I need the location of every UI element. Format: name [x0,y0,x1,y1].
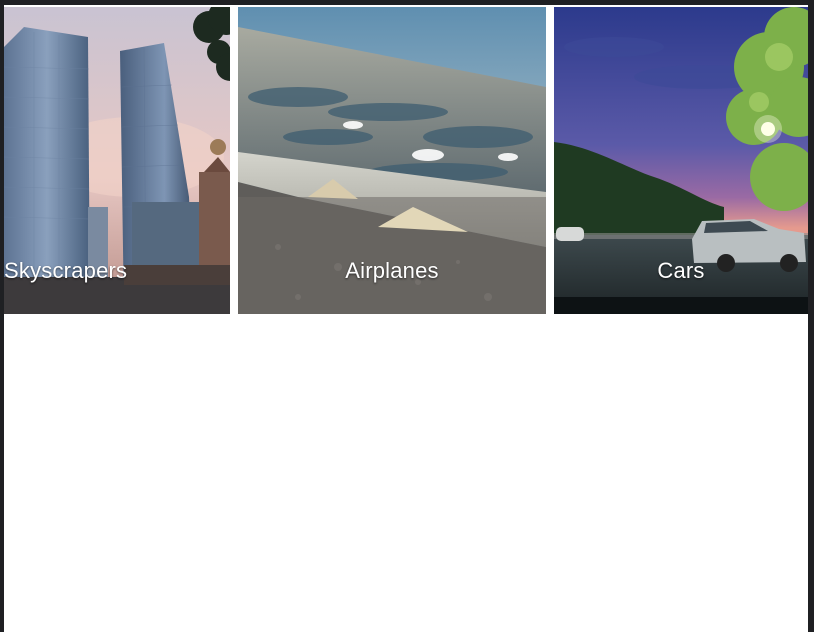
gallery-tile-cars[interactable]: Cars [554,7,808,314]
gallery-tile-airplanes[interactable]: Airplanes [238,7,546,314]
gallery-tile-skyscrapers[interactable]: Skyscrapers [4,7,230,314]
tile-label: Airplanes [345,258,439,283]
gallery-page: Skyscrapers Airplanes Cars [4,5,808,632]
tile-label: Skyscrapers [4,258,128,283]
tile-label: Cars [657,258,705,283]
